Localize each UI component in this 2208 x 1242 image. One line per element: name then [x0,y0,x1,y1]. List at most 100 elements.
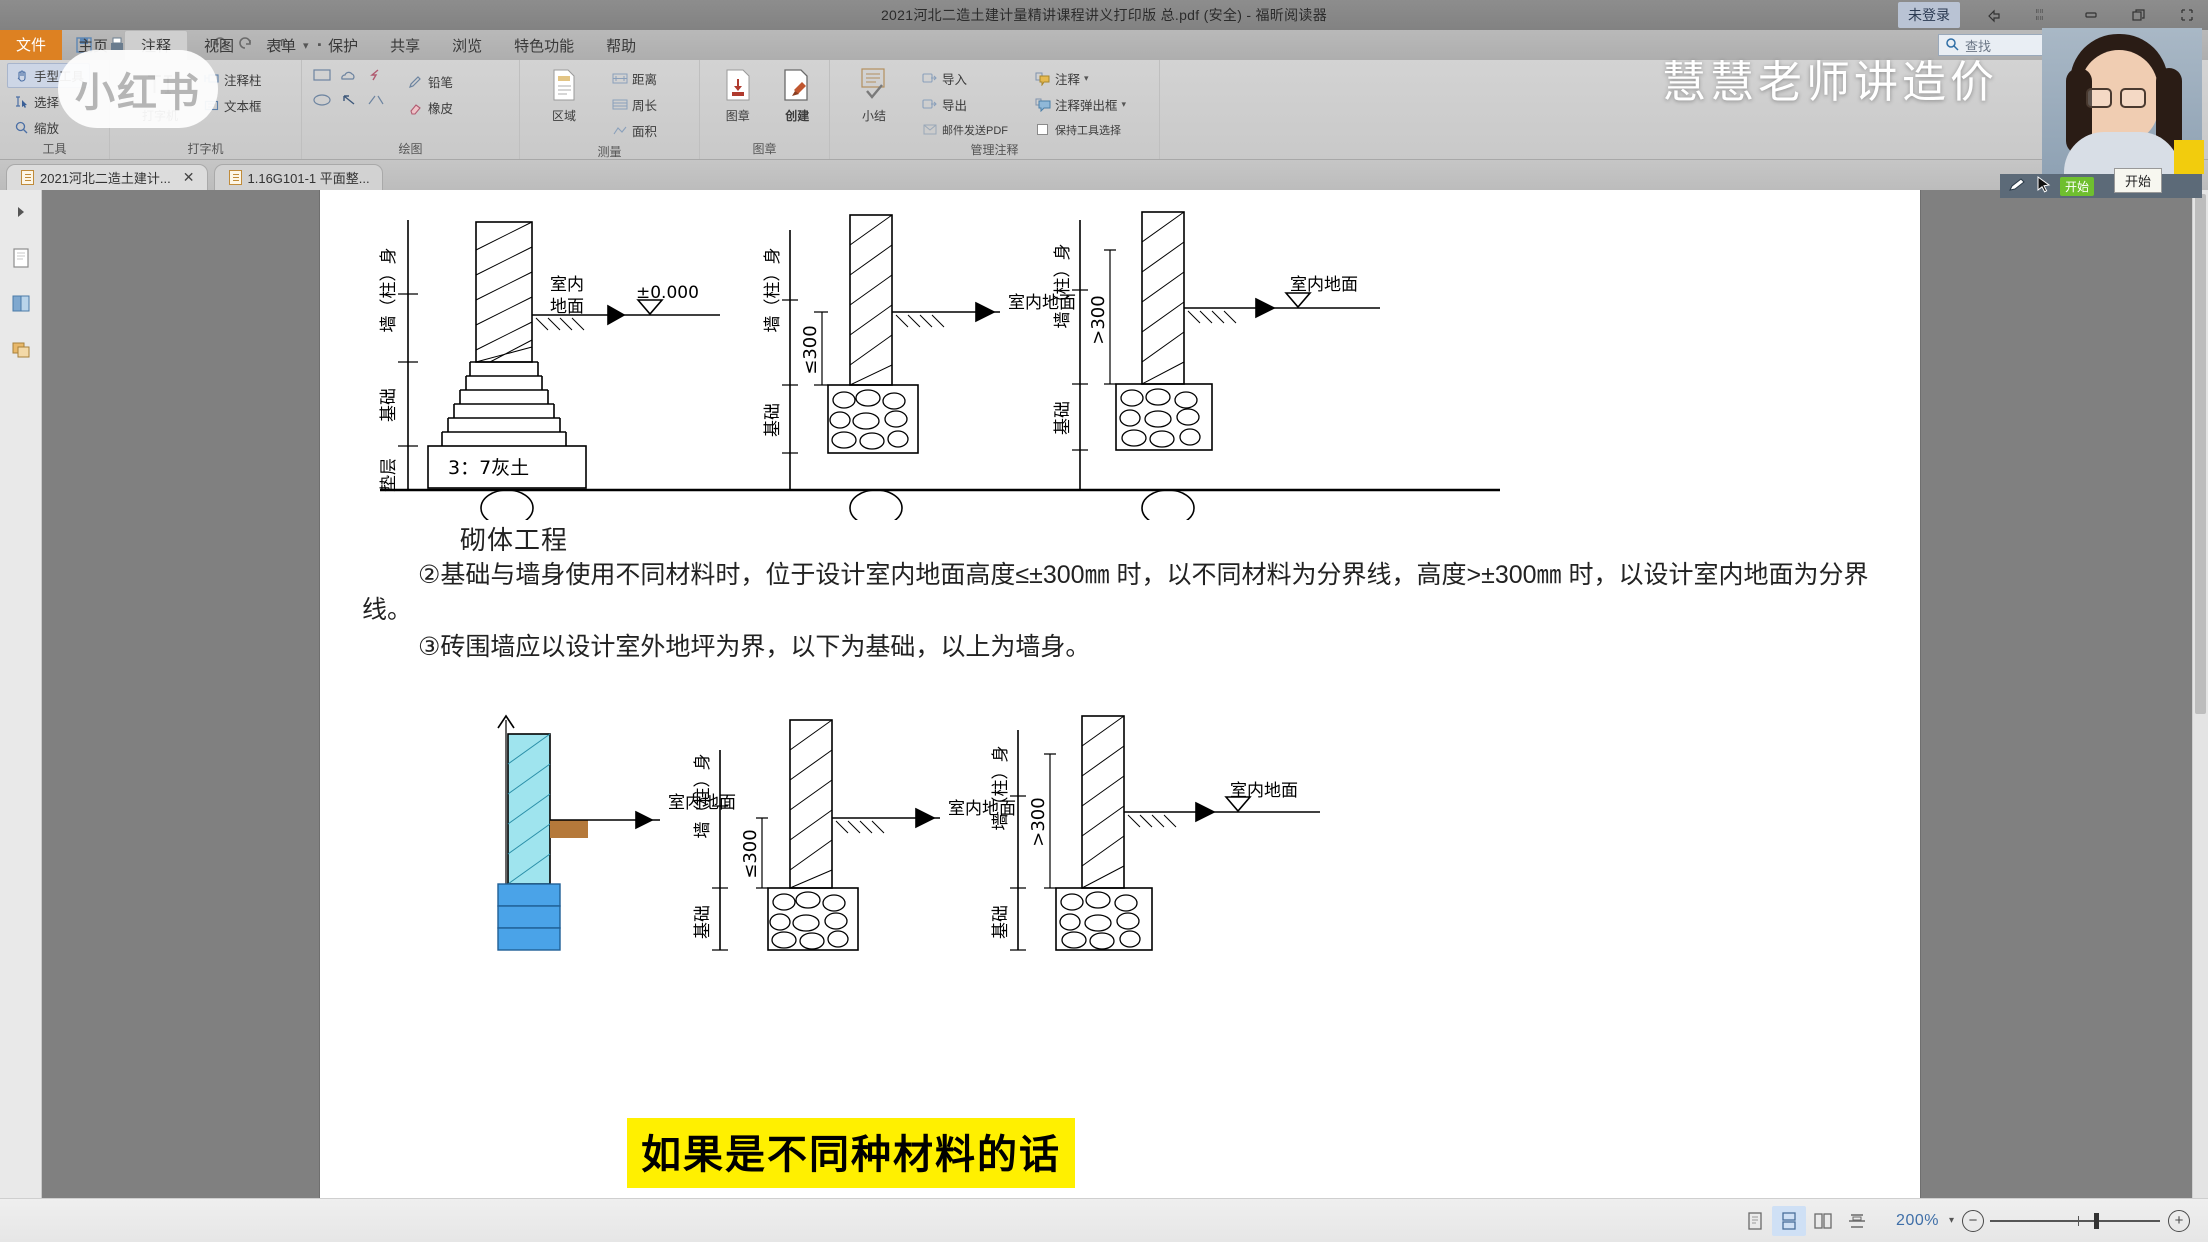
svg-text:≤300: ≤300 [800,325,821,374]
doc-tab-0[interactable]: 2021河北二造土建计... ✕ [6,164,208,190]
camera-control-bar[interactable]: 开始 [2000,174,2202,198]
svg-text:墙（柱）身: 墙（柱）身 [763,248,783,333]
perimeter-measure-button[interactable]: 周长 [605,92,663,117]
continuous-scroll-icon[interactable] [1772,1205,1807,1236]
cloud-icon[interactable] [336,63,362,87]
page-thumbnails-icon[interactable] [7,244,35,272]
export-button[interactable]: 导出 [915,92,1014,117]
cursor-icon[interactable] [2036,175,2052,197]
brand-title: 慧慧老师讲造价 [1662,57,1998,108]
comment-popup-button[interactable]: 注释弹出框 ▾ [1028,92,1132,117]
status-bar: 200% ▾ − + [0,1198,2208,1242]
doc-tab-1-label: 1.16G101-1 平面整... [247,171,370,186]
zoom-out-button[interactable]: − [1962,1209,1984,1232]
close-button[interactable] [2174,3,2200,27]
svg-text:>300: >300 [1088,295,1109,344]
subtitle-caption: 如果是不同种材料的话 [627,1118,1075,1188]
ribbon-group-tools-label: 工具 [42,142,67,156]
perimeter-measure-icon [611,96,628,113]
bookmarks-icon[interactable] [7,290,35,318]
pen-tool-icon[interactable] [2008,177,2028,196]
import-label: 导入 [942,73,968,87]
tool-select-label: 选择 [34,96,60,110]
summary-button[interactable]: 小结 [847,63,901,124]
close-icon[interactable]: ✕ [183,169,195,186]
tab-help[interactable]: 帮助 [590,30,652,60]
svg-text:基础: 基础 [379,388,399,422]
tab-protect[interactable]: 保护 [312,30,374,60]
tab-share[interactable]: 共享 [374,30,436,60]
zoom-level[interactable]: 200% [1896,1212,1939,1230]
layers-icon[interactable] [7,336,35,364]
mail-pdf-label: 邮件发送PDF [942,124,1008,137]
two-page-icon[interactable] [1806,1206,1840,1236]
callout-label: 注释柱 [224,74,262,88]
zoom-slider[interactable] [1990,1212,2160,1229]
arrow-icon[interactable] [336,88,362,112]
split-view-icon[interactable] [1840,1206,1874,1236]
eraser-button[interactable]: 橡皮 [401,95,459,120]
distance-measure-label: 距离 [632,73,658,87]
mail-pdf-icon [921,121,938,138]
expand-panel-icon[interactable] [7,198,35,226]
tab-browse[interactable]: 浏览 [436,30,498,60]
comment-popup-icon [1034,96,1051,113]
export-icon [921,96,938,113]
svg-text:垫层: 垫层 [379,458,399,492]
eraser-label: 橡皮 [428,102,454,116]
create-stamp-button[interactable]: 创建 [773,63,823,124]
pdf-file-icon [21,170,34,185]
zoom-slider-track[interactable] [1990,1212,2160,1229]
stamp-icon [721,65,755,105]
ribbon-options-icon[interactable]: II II II II [2030,3,2056,27]
line-icon[interactable] [363,88,389,112]
svg-text:≤300: ≤300 [740,829,761,878]
doc-heading: 砌体工程 [460,525,569,555]
zoom-dropdown-caret[interactable]: ▾ [1949,1215,1954,1226]
polyline-icon[interactable] [363,63,389,87]
hand-icon [13,67,30,84]
zoom-icon [13,119,30,136]
pdf-page[interactable]: 墙（柱）身 基础 垫层 室内 地面 ±0.000 3：7灰土 墙（柱）身 基础 … [320,190,1920,1198]
tab-features[interactable]: 特色功能 [498,30,590,60]
account-status[interactable]: 未登录 [1898,2,1960,28]
comment-popup-dropdown-caret[interactable]: ▾ [1122,99,1127,110]
comment-label: 注释 [1055,73,1081,87]
pencil-button[interactable]: 铅笔 [401,69,459,94]
tab-form[interactable]: 表单 [250,30,312,60]
mail-pdf-button[interactable]: 邮件发送PDF [915,118,1014,141]
distance-measure-button[interactable]: 距离 [605,66,663,91]
surface-measure-button[interactable]: 面积 [605,118,663,143]
share-icon[interactable] [1982,3,2008,27]
area-measure-label: 区域 [551,109,576,123]
stamp-label: 图章 [725,109,750,123]
comment-dropdown-caret[interactable]: ▾ [1084,73,1089,84]
import-button[interactable]: 导入 [915,66,1014,91]
restore-button[interactable] [2126,3,2152,27]
svg-text:墙（柱）身: 墙（柱）身 [693,754,713,839]
minimize-button[interactable] [2078,3,2104,27]
doc-tab-1[interactable]: 1.16G101-1 平面整... [213,164,383,190]
start-button[interactable]: 开始 [2060,176,2095,196]
surface-measure-icon [611,122,628,139]
svg-text:基础: 基础 [763,403,783,437]
document-viewport[interactable]: 墙（柱）身 基础 垫层 室内 地面 ±0.000 3：7灰土 墙（柱）身 基础 … [42,190,2208,1198]
xiaohongshu-watermark: 小红书 [58,50,218,128]
zoom-in-button[interactable]: + [2168,1209,2190,1232]
svg-text:室内地面: 室内地面 [1230,781,1298,801]
zoom-slider-knob[interactable] [2094,1212,2099,1229]
keep-tool-checkbox[interactable]: 保持工具选择 [1028,118,1132,141]
area-measure-button[interactable]: 区域 [537,63,591,124]
tool-zoom-label: 缩放 [34,122,60,136]
document-scrollbar[interactable] [2192,190,2208,1198]
stamp-button[interactable]: 图章 [713,63,763,124]
scrollbar-thumb[interactable] [2195,194,2206,714]
svg-text:墙（柱）身: 墙（柱）身 [1053,244,1073,329]
comment-button[interactable]: 注释 ▾ [1028,66,1132,91]
ellipse-icon[interactable] [309,88,335,112]
single-page-icon[interactable] [1738,1206,1772,1236]
title-bar: 2021河北二造土建计量精讲课程讲义打印版 总.pdf (安全) - 福昕阅读器… [0,0,2208,30]
rectangle-icon[interactable] [309,63,335,87]
tab-file[interactable]: 文件 [0,30,63,60]
ribbon-group-drawing-label: 绘图 [398,142,423,156]
